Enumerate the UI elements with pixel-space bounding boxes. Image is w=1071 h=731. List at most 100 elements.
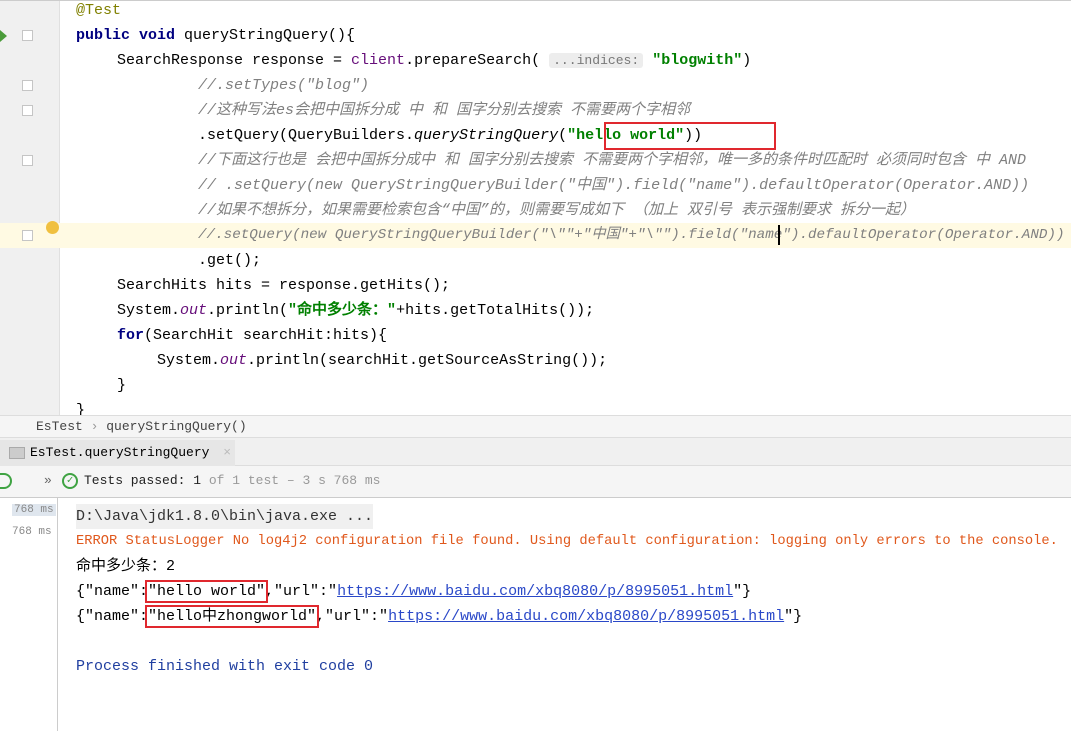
code-editor[interactable]: @Test public void queryStringQuery(){Sear…: [0, 0, 1071, 419]
fold-icon[interactable]: [22, 155, 33, 166]
run-tab-bar: EsTest.queryStringQuery ×: [0, 438, 1071, 466]
code-text: System.out.println(searchHit.getSourceAs…: [157, 348, 607, 373]
code-token: .setQuery(QueryBuilders.: [198, 127, 415, 144]
url-link[interactable]: https://www.baidu.com/xbq8080/p/8995051.…: [337, 583, 733, 600]
code-token: //.setQuery(new QueryStringQueryBuilder(…: [198, 227, 1065, 243]
command-line: D:\Java\jdk1.8.0\bin\java.exe ...: [76, 504, 374, 529]
fold-icon[interactable]: [22, 105, 33, 116]
console-output[interactable]: D:\Java\jdk1.8.0\bin\java.exe ... ERROR …: [58, 498, 1071, 731]
passed-count: 1: [193, 473, 202, 488]
code-token: .println(: [207, 302, 289, 319]
code-text: for(SearchHit searchHit:hits){: [117, 323, 387, 348]
url-link[interactable]: https://www.baidu.com/xbq8080/p/8995051.…: [388, 608, 784, 625]
code-text: //下面这行也是 会把中国拆分成中 和 国字分别去搜索 不需要两个字相邻，唯一多…: [198, 148, 1026, 173]
code-line[interactable]: public void queryStringQuery(){: [0, 23, 1071, 48]
fold-icon[interactable]: [22, 30, 33, 41]
code-text: @Test: [76, 0, 121, 23]
json-mid: ,"url":": [265, 583, 338, 600]
json-prefix: {"name":: [76, 608, 149, 625]
code-line[interactable]: //这种写法es会把中国拆分成 中 和 国字分别去搜索 不需要两个字相邻: [0, 98, 1071, 123]
code-token: out: [180, 302, 208, 319]
test-duration[interactable]: 768 ms: [12, 504, 56, 516]
code-token: System.: [157, 352, 221, 369]
code-text: .get();: [198, 248, 261, 273]
code-token: "blogwith": [643, 52, 743, 69]
tests-passed-label: Tests passed:: [84, 473, 186, 488]
code-line[interactable]: .get();: [0, 248, 1071, 273]
code-token: out: [220, 352, 248, 369]
code-line[interactable]: SearchResponse response = client.prepare…: [0, 48, 1071, 73]
check-circle-icon: ✓: [62, 473, 78, 489]
code-token: //下面这行也是 会把中国拆分成中 和 国字分别去搜索 不需要两个字相邻，唯一多…: [198, 152, 1027, 169]
test-tree[interactable]: 768 ms 768 ms: [0, 498, 58, 731]
code-token: @Test: [76, 2, 122, 19]
code-token: SearchResponse response =: [117, 52, 352, 69]
count-line: 命中多少条：2: [76, 558, 176, 575]
code-text: // .setQuery(new QueryStringQueryBuilder…: [198, 173, 1029, 198]
code-token: //这种写法es会把中国拆分成 中 和 国字分别去搜索 不需要两个字相邻: [198, 102, 691, 119]
code-line[interactable]: System.out.println("命中多少条："+hits.getTota…: [0, 298, 1071, 323]
breadcrumb-class[interactable]: EsTest: [36, 419, 83, 434]
code-token: public void: [76, 27, 185, 44]
json-end: "}: [733, 583, 752, 600]
code-token: "命中多少条：": [288, 302, 397, 319]
code-text: SearchHits hits = response.getHits();: [117, 273, 450, 298]
code-line[interactable]: for(SearchHit searchHit:hits){: [0, 323, 1071, 348]
breadcrumb: EsTest › queryStringQuery(): [0, 415, 1071, 438]
fold-icon[interactable]: [22, 230, 33, 241]
error-line: ERROR StatusLogger No log4j2 configurati…: [76, 534, 1058, 549]
lightbulb-icon[interactable]: [46, 221, 59, 234]
highlight-box: [604, 122, 776, 150]
code-line[interactable]: //.setTypes("blog"): [0, 73, 1071, 98]
test-duration[interactable]: 768 ms: [12, 526, 52, 538]
tab-run-config[interactable]: EsTest.queryStringQuery ×: [0, 440, 235, 466]
parameter-hint: ...indices:: [549, 53, 644, 68]
code-token: //.setTypes("blog"): [198, 77, 370, 94]
code-line[interactable]: }: [0, 373, 1071, 398]
code-line[interactable]: // .setQuery(new QueryStringQueryBuilder…: [0, 173, 1071, 198]
rerun-icon[interactable]: [0, 473, 12, 489]
code-token: +hits.getTotalHits());: [396, 302, 595, 319]
json-prefix: {"name":: [76, 583, 149, 600]
result-line: {"name":"hello world","url":"https://www…: [76, 579, 751, 604]
code-line[interactable]: //下面这行也是 会把中国拆分成中 和 国字分别去搜索 不需要两个字相邻，唯一多…: [0, 148, 1071, 173]
code-token: .println(searchHit.getSourceAsString());: [247, 352, 608, 369]
expand-icon[interactable]: »: [44, 466, 52, 496]
code-token: SearchHits hits = response.getHits();: [117, 277, 451, 294]
code-token: ): [742, 52, 752, 69]
breadcrumb-method[interactable]: queryStringQuery(): [106, 419, 246, 434]
json-name-value: "hello world": [145, 580, 269, 603]
code-token: System.: [117, 302, 181, 319]
chevron-right-icon: ›: [90, 419, 107, 434]
code-token: }: [117, 377, 127, 394]
code-text: //这种写法es会把中国拆分成 中 和 国字分别去搜索 不需要两个字相邻: [198, 98, 690, 123]
code-line[interactable]: @Test: [0, 0, 1071, 23]
run-config-icon: [9, 447, 25, 459]
code-line[interactable]: //.setQuery(new QueryStringQueryBuilder(…: [0, 223, 1071, 248]
test-status-bar: » ✓ Tests passed: 1 of 1 test – 3 s 768 …: [0, 466, 1071, 498]
fold-icon[interactable]: [22, 80, 33, 91]
text-cursor: [778, 225, 780, 245]
result-line: {"name":"hello中zhongworld","url":"https:…: [76, 604, 802, 629]
code-token: for: [117, 327, 145, 344]
code-token: (SearchHit searchHit:hits){: [144, 327, 388, 344]
code-text: //如果不想拆分，如果需要检索包含“中国”的，则需要写成如下 （加上 双引号 表…: [198, 198, 915, 223]
exit-line: Process finished with exit code 0: [76, 658, 374, 675]
code-line[interactable]: SearchHits hits = response.getHits();: [0, 273, 1071, 298]
code-line[interactable]: .setQuery(QueryBuilders.queryStringQuery…: [0, 123, 1071, 148]
json-name-value: "hello中zhongworld": [145, 605, 320, 628]
code-line[interactable]: System.out.println(searchHit.getSourceAs…: [0, 348, 1071, 373]
code-token: queryStringQuery(){: [184, 27, 356, 44]
close-icon[interactable]: ×: [223, 445, 231, 460]
code-text: System.out.println("命中多少条："+hits.getTota…: [117, 298, 594, 323]
json-end: "}: [784, 608, 803, 625]
code-token: .get();: [198, 252, 262, 269]
code-line[interactable]: //如果不想拆分，如果需要检索包含“中国”的，则需要写成如下 （加上 双引号 表…: [0, 198, 1071, 223]
tab-label: EsTest.queryStringQuery: [30, 445, 210, 460]
test-summary: of 1 test – 3 s 768 ms: [201, 473, 381, 488]
code-text: public void queryStringQuery(){: [76, 23, 355, 48]
code-token: //如果不想拆分，如果需要检索包含“中国”的，则需要写成如下 （加上 双引号 表…: [198, 202, 916, 219]
run-test-icon[interactable]: [0, 30, 7, 42]
code-token: client: [351, 52, 406, 69]
code-text: //.setQuery(new QueryStringQueryBuilder(…: [198, 223, 1065, 248]
